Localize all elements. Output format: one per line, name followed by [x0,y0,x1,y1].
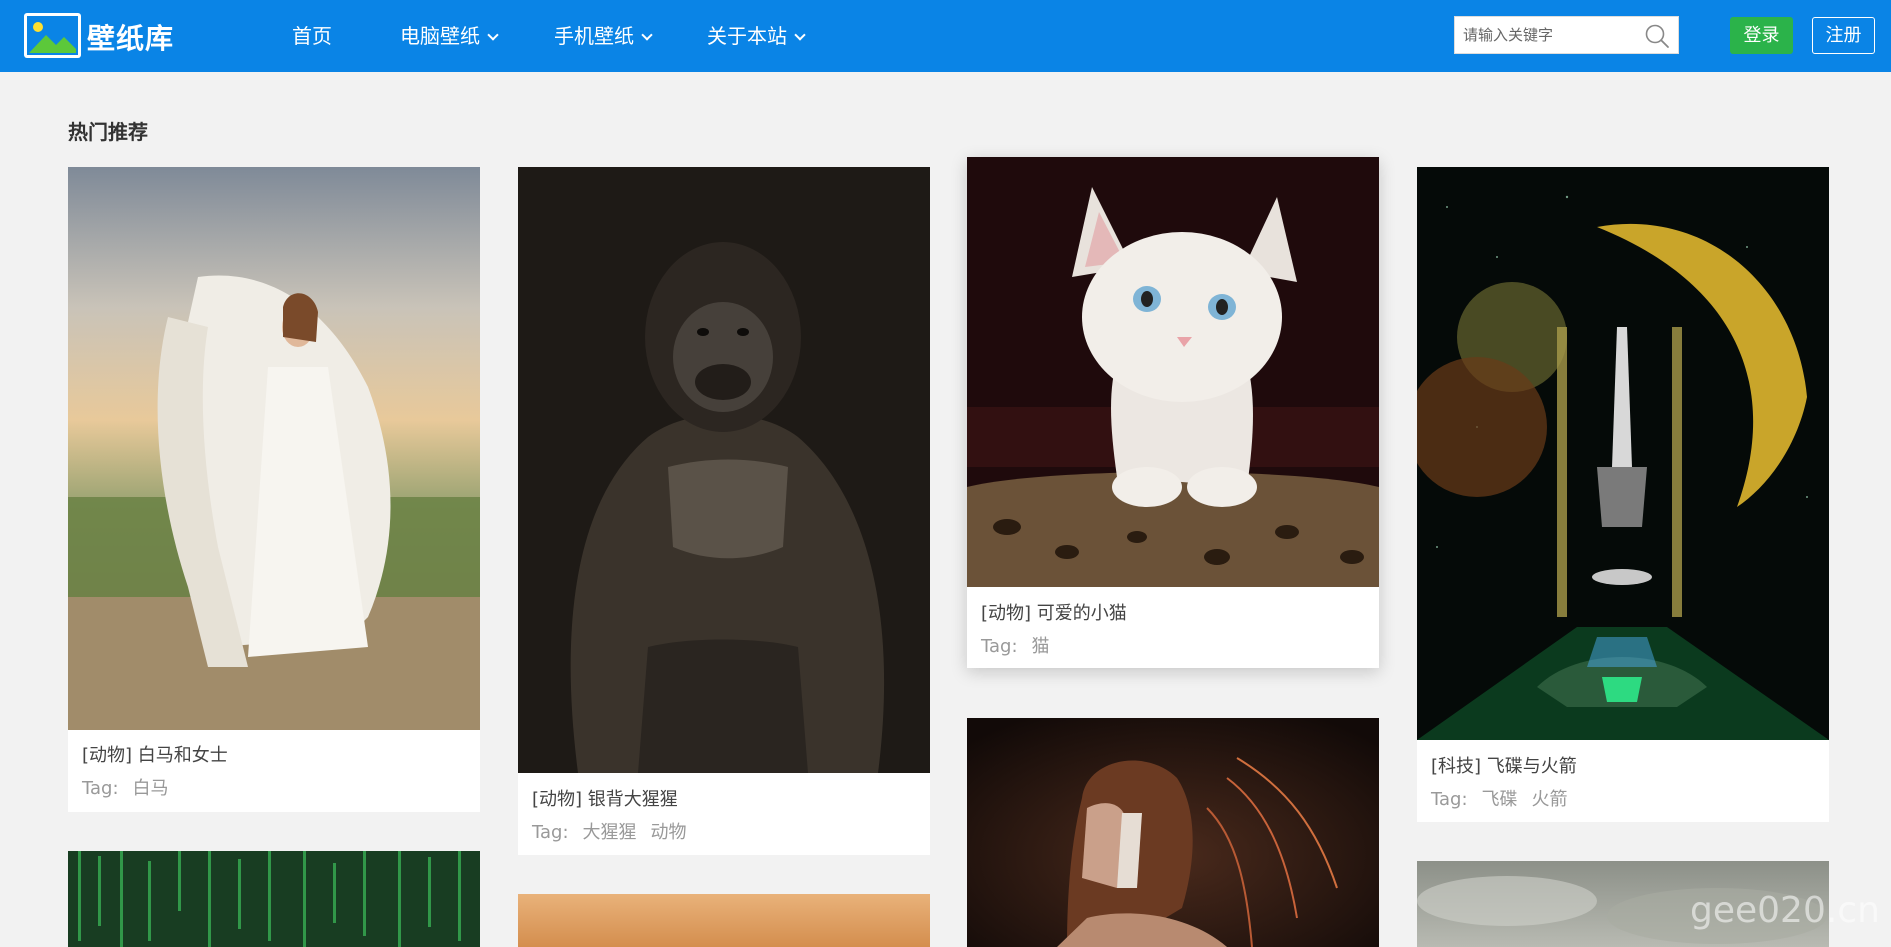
card-tags: Tag: 飞碟 火箭 [1431,785,1582,811]
wallpaper-image-woman-horse[interactable] [68,167,480,730]
wallpaper-image-ufo-rocket[interactable] [1417,167,1829,740]
wallpaper-card[interactable] [518,894,930,947]
search-box [1454,16,1679,54]
chevron-down-icon [794,29,806,41]
wallpaper-card[interactable] [68,851,480,947]
login-button[interactable]: 登录 [1730,17,1793,54]
tag-link[interactable]: 动物 [651,822,687,843]
wallpaper-card[interactable]: [科技] 飞碟与火箭 Tag: 飞碟 火箭 [1417,167,1829,822]
nav-mobile-wallpaper[interactable]: 手机壁纸 [554,20,653,49]
chevron-down-icon [641,29,653,41]
wallpaper-card[interactable] [967,718,1379,947]
card-title[interactable]: [动物] 银背大猩猩 [532,785,678,811]
wallpaper-image-desert[interactable] [518,894,930,947]
nav-desktop-label: 电脑壁纸 [400,24,480,48]
wallpaper-card[interactable]: [动物] 可爱的小猫 Tag: 猫 [967,157,1379,668]
nav-about-label: 关于本站 [707,24,787,48]
wallpaper-image-kitten[interactable] [967,157,1379,587]
wallpaper-image-green-matrix[interactable] [68,851,480,947]
section-title: 热门推荐 [68,120,148,144]
wallpaper-image-woman-mask[interactable] [967,718,1379,947]
nav-desktop-wallpaper[interactable]: 电脑壁纸 [400,20,499,49]
card-title[interactable]: [动物] 可爱的小猫 [981,599,1127,625]
tag-link[interactable]: 猫 [1032,636,1050,657]
tag-prefix: Tag: [1431,789,1468,810]
wallpaper-card[interactable]: [动物] 银背大猩猩 Tag: 大猩猩 动物 [518,167,930,855]
card-title[interactable]: [科技] 飞碟与火箭 [1431,752,1577,778]
search-icon[interactable] [1644,23,1670,49]
chevron-down-icon [487,29,499,41]
tag-prefix: Tag: [532,822,569,843]
card-tags: Tag: 白马 [82,774,183,800]
tag-link[interactable]: 火箭 [1532,789,1568,810]
nav-home-label: 首页 [292,24,332,48]
tag-prefix: Tag: [981,636,1018,657]
tag-link[interactable]: 大猩猩 [583,822,637,843]
card-tags: Tag: 大猩猩 动物 [532,818,701,844]
top-header: 壁纸库 首页 电脑壁纸 手机壁纸 关于本站 登录 注册 [0,0,1891,72]
tag-prefix: Tag: [82,778,119,799]
card-title[interactable]: [动物] 白马和女士 [82,741,228,767]
nav-home[interactable]: 首页 [292,20,332,49]
logo-text[interactable]: 壁纸库 [87,17,174,57]
wallpaper-card[interactable]: [动物] 白马和女士 Tag: 白马 [68,167,480,812]
tag-link[interactable]: 白马 [133,778,169,799]
search-input[interactable] [1463,17,1643,53]
register-button[interactable]: 注册 [1812,17,1875,54]
watermark-text: gee020.cn [1690,890,1880,931]
card-tags: Tag: 猫 [981,632,1064,658]
logo-image-icon[interactable] [24,13,81,58]
nav-mobile-label: 手机壁纸 [554,24,634,48]
tag-link[interactable]: 飞碟 [1482,789,1518,810]
nav-about[interactable]: 关于本站 [707,20,806,49]
wallpaper-image-gorilla[interactable] [518,167,930,773]
